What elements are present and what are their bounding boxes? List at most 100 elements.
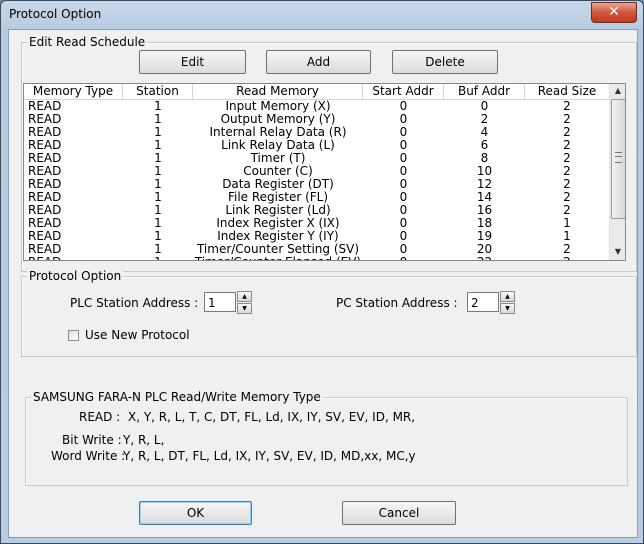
cell-buf-addr: 8 [480, 152, 489, 165]
cell-buf-addr: 6 [480, 139, 489, 152]
cell-start-addr: 0 [399, 204, 408, 217]
table-row[interactable]: READ 1 Output Memory (Y) 0 2 2 [24, 113, 609, 126]
scroll-thumb[interactable] [611, 99, 625, 219]
delete-button[interactable]: Delete [392, 50, 498, 74]
cell-memory-type: READ [28, 152, 62, 165]
table-row[interactable]: READ 1 Link Register (Ld) 0 16 2 [24, 204, 609, 217]
add-button[interactable]: Add [266, 50, 371, 74]
cell-read-memory: Timer (T) [250, 152, 306, 165]
cell-read-memory: Index Register X (IX) [216, 217, 340, 230]
cell-memory-type: READ [28, 191, 62, 204]
cell-read-size: 2 [563, 165, 571, 178]
cell-start-addr: 0 [399, 243, 408, 256]
use-new-protocol-label[interactable]: Use New Protocol [85, 328, 190, 342]
cell-read-memory: Link Register (Ld) [225, 204, 331, 217]
table-row[interactable]: READ1Timer/Counter Elapsed (EV)0222 [24, 256, 609, 260]
cancel-button[interactable]: Cancel [342, 501, 456, 525]
title-bar[interactable]: Protocol Option ✕ [1, 1, 643, 29]
table-row[interactable]: READ 1 Internal Relay Data (R) 0 4 2 [24, 126, 609, 139]
scroll-down-arrow-icon[interactable]: ▼ [610, 245, 625, 259]
pc-station-label: PC Station Address : [336, 296, 458, 310]
cell-buf-addr: 18 [476, 217, 493, 230]
list-scrollbar[interactable]: ▲ ▼ [609, 84, 625, 260]
cell-read-memory: Output Memory (Y) [220, 113, 336, 126]
column-header-start-addr[interactable]: Start Addr [363, 84, 444, 99]
pc-station-input[interactable]: 2 [467, 292, 499, 312]
column-header-memory-type[interactable]: Memory Type [24, 84, 123, 99]
ok-button[interactable]: OK [139, 501, 252, 525]
table-row[interactable]: READ 1 Link Relay Data (L) 0 6 2 [24, 139, 609, 152]
cell-read-size: 2 [563, 204, 571, 217]
plc-station-label: PLC Station Address : [70, 296, 199, 310]
cell-memory-type: READ [28, 243, 62, 256]
plc-station-spinner: 1 ▲ ▼ [204, 291, 254, 314]
cell-station: 1 [154, 165, 162, 178]
cell-memory-type: READ [28, 165, 62, 178]
cell-read-memory: Counter (C) [243, 165, 313, 178]
cell-read-size: 2 [563, 243, 571, 256]
table-row[interactable]: READ 1 Timer (T) 0 8 2 [24, 152, 609, 165]
cell-memory-type: READ [28, 178, 62, 191]
cell-buf-addr: 2 [480, 113, 489, 126]
cell-memory-type: READ [28, 230, 62, 243]
table-row[interactable]: READ 1 Data Register (DT) 0 12 2 [24, 178, 609, 191]
cell-read-size: 2 [525, 256, 609, 260]
cell-read-size: 1 [563, 217, 571, 230]
cell-read-memory: Link Relay Data (L) [221, 139, 335, 152]
table-row[interactable]: READ 1 File Register (FL) 0 14 2 [24, 191, 609, 204]
cell-read-size: 1 [563, 230, 571, 243]
plc-station-up-icon[interactable]: ▲ [237, 291, 252, 302]
table-row[interactable]: READ 1 Input Memory (X) 0 0 2 [24, 100, 609, 113]
cell-station: 1 [154, 191, 162, 204]
table-row[interactable]: READ 1 Timer/Counter Setting (SV) 0 20 2 [24, 243, 609, 256]
cell-start-addr: 0 [363, 256, 444, 260]
memory-type-info-legend: SAMSUNG FARA-N PLC Read/Write Memory Typ… [31, 390, 323, 404]
plc-station-input[interactable]: 1 [204, 292, 236, 312]
read-schedule-list[interactable]: Memory Type Station Read Memory Start Ad… [23, 83, 626, 261]
cell-start-addr: 0 [399, 139, 408, 152]
pc-station-up-icon[interactable]: ▲ [500, 291, 515, 302]
word-write-value: Y, R, L, DT, FL, Ld, IX, IY, SV, EV, ID,… [123, 449, 416, 463]
cell-read-size: 2 [563, 191, 571, 204]
cell-read-size: 2 [563, 139, 571, 152]
column-header-read-memory[interactable]: Read Memory [193, 84, 363, 99]
edit-button[interactable]: Edit [139, 50, 246, 74]
cell-buf-addr: 22 [444, 256, 525, 260]
column-header-read-size[interactable]: Read Size [525, 84, 609, 99]
cell-start-addr: 0 [399, 230, 408, 243]
cell-buf-addr: 19 [476, 230, 493, 243]
cell-read-size: 2 [563, 152, 571, 165]
pc-station-down-icon[interactable]: ▼ [500, 303, 515, 314]
cell-memory-type: READ [28, 139, 62, 152]
read-types-value: X, Y, R, L, T, C, DT, FL, Ld, IX, IY, SV… [128, 410, 416, 424]
cell-memory-type: READ [24, 256, 123, 260]
table-row[interactable]: READ 1 Index Register Y (IY) 0 19 1 [24, 230, 609, 243]
column-header-station[interactable]: Station [123, 84, 193, 99]
cell-station: 1 [154, 217, 162, 230]
cell-start-addr: 0 [399, 178, 408, 191]
cell-buf-addr: 16 [476, 204, 493, 217]
bit-write-value: Y, R, L, [123, 433, 165, 447]
cell-station: 1 [154, 126, 162, 139]
cell-station: 1 [154, 100, 162, 113]
protocol-option-group [21, 276, 637, 357]
cell-buf-addr: 20 [476, 243, 493, 256]
table-row[interactable]: READ 1 Counter (C) 0 10 2 [24, 165, 609, 178]
cell-read-memory: Data Register (DT) [222, 178, 334, 191]
table-row[interactable]: READ 1 Index Register X (IX) 0 18 1 [24, 217, 609, 230]
close-button[interactable]: ✕ [591, 2, 637, 23]
cell-start-addr: 0 [399, 126, 408, 139]
cell-read-memory: Internal Relay Data (R) [209, 126, 347, 139]
cell-read-memory: Index Register Y (IY) [217, 230, 339, 243]
cell-memory-type: READ [28, 113, 62, 126]
cell-station: 1 [154, 204, 162, 217]
use-new-protocol-checkbox[interactable] [68, 330, 79, 341]
plc-station-down-icon[interactable]: ▼ [237, 303, 252, 314]
column-header-buf-addr[interactable]: Buf Addr [444, 84, 525, 99]
cell-buf-addr: 14 [476, 191, 493, 204]
cell-buf-addr: 12 [476, 178, 493, 191]
scroll-up-arrow-icon[interactable]: ▲ [610, 84, 625, 98]
cell-start-addr: 0 [399, 191, 408, 204]
read-types-label: READ : [79, 410, 121, 424]
cell-station: 1 [154, 113, 162, 126]
